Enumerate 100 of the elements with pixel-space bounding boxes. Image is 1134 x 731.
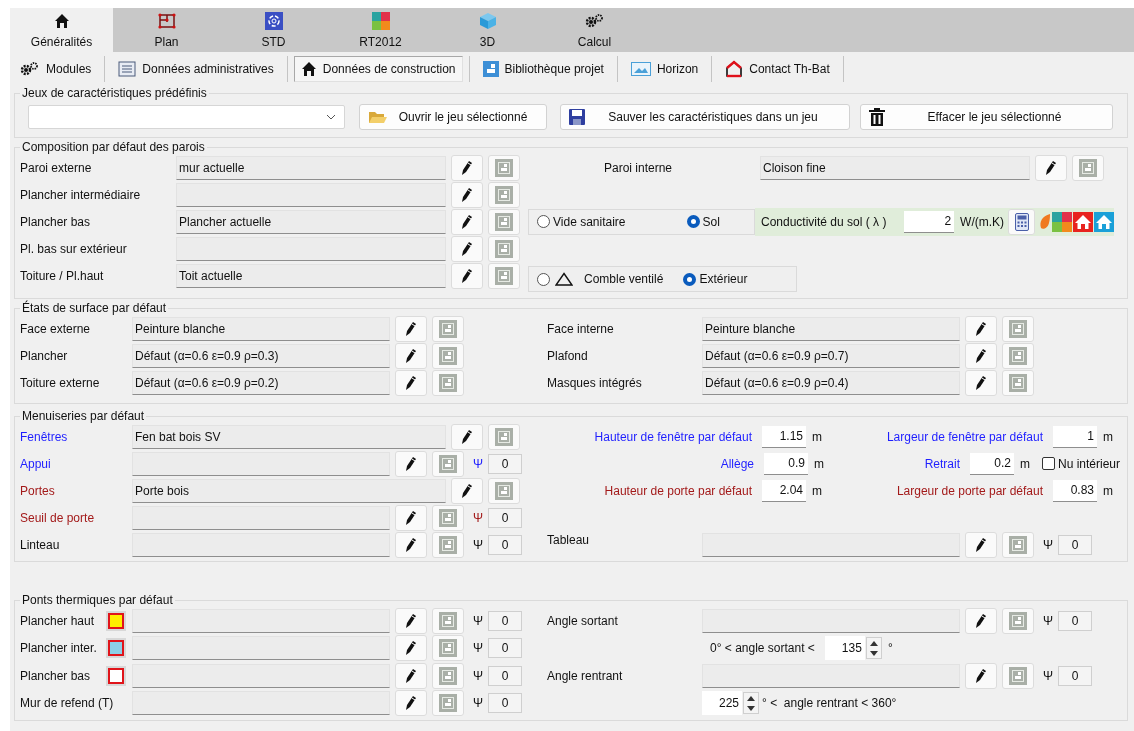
text-field[interactable]: Toit actuelle: [176, 263, 446, 288]
edit-button[interactable]: [395, 662, 427, 689]
text-field[interactable]: [132, 451, 390, 476]
library-button[interactable]: [1002, 369, 1034, 396]
psi-field[interactable]: 0: [488, 610, 522, 631]
text-field[interactable]: [176, 236, 446, 261]
radio-button[interactable]: Sol: [686, 214, 720, 229]
text-field[interactable]: Défaut (α=0.6 ε=0.9 ρ=0.2): [132, 370, 390, 395]
edit-button[interactable]: [395, 369, 427, 396]
toolbar-tab[interactable]: Bibliothèque projet: [475, 56, 611, 82]
text-field[interactable]: [132, 663, 390, 688]
text-field[interactable]: Cloison fine: [760, 155, 1030, 180]
text-field[interactable]: [132, 636, 390, 661]
edit-button[interactable]: [451, 181, 483, 208]
library-button[interactable]: [488, 262, 520, 289]
psi-field[interactable]: 0: [488, 507, 522, 528]
library-button[interactable]: [1002, 315, 1034, 342]
text-field[interactable]: Défaut (α=0.6 ε=0.9 ρ=0.4): [702, 370, 960, 395]
edit-button[interactable]: [451, 477, 483, 504]
number-field[interactable]: 2: [904, 210, 955, 233]
text-field[interactable]: [132, 608, 390, 633]
module-tab[interactable]: STD: [220, 8, 327, 52]
text-field[interactable]: [132, 532, 390, 557]
module-tab[interactable]: Généralités: [10, 8, 113, 52]
text-field[interactable]: Défaut (α=0.6 ε=0.9 ρ=0.3): [132, 343, 390, 368]
action-button[interactable]: Ouvrir le jeu sélectionné: [359, 104, 547, 130]
psi-field[interactable]: 0: [1058, 534, 1092, 555]
edit-button[interactable]: [965, 342, 997, 369]
text-field[interactable]: mur actuelle: [176, 155, 446, 180]
psi-field[interactable]: 0: [488, 453, 522, 474]
edit-button[interactable]: [451, 235, 483, 262]
edit-button[interactable]: [965, 607, 997, 634]
edit-button[interactable]: [395, 504, 427, 531]
module-tab[interactable]: Calcul: [541, 8, 648, 52]
library-button[interactable]: [1072, 154, 1104, 181]
library-button[interactable]: [432, 690, 464, 717]
text-field[interactable]: [702, 608, 960, 633]
edit-button[interactable]: [965, 315, 997, 342]
number-field[interactable]: 0.9: [764, 452, 808, 475]
text-field[interactable]: Plancher actuelle: [176, 209, 446, 234]
number-field[interactable]: 1: [1053, 425, 1097, 448]
radio-button[interactable]: Comble ventilé: [537, 272, 664, 286]
number-field[interactable]: 2.04: [762, 479, 806, 502]
toolbar-tab[interactable]: Données administratives: [111, 56, 281, 82]
library-button[interactable]: [1002, 531, 1034, 558]
edit-button[interactable]: [395, 607, 427, 634]
edit-button[interactable]: [965, 369, 997, 396]
number-field[interactable]: 0.83: [1053, 479, 1097, 502]
toolbar-tab[interactable]: Modules: [13, 56, 99, 82]
number-field[interactable]: 0.2: [970, 452, 1014, 475]
library-button[interactable]: [1002, 607, 1034, 634]
library-button[interactable]: [432, 531, 464, 558]
edit-button[interactable]: [395, 531, 427, 558]
action-button[interactable]: Effacer le jeu sélectionné: [860, 104, 1113, 130]
psi-field[interactable]: 0: [488, 693, 522, 714]
module-tab[interactable]: Plan: [113, 8, 220, 52]
library-button[interactable]: [432, 315, 464, 342]
psi-field[interactable]: 0: [488, 534, 522, 555]
text-field[interactable]: [702, 532, 960, 557]
library-button[interactable]: [488, 208, 520, 235]
preset-dropdown[interactable]: [28, 105, 345, 129]
text-field[interactable]: Porte bois: [132, 478, 446, 503]
library-button[interactable]: [1002, 342, 1034, 369]
checkbox[interactable]: Nu intérieur: [1042, 456, 1121, 471]
psi-field[interactable]: 0: [488, 638, 522, 659]
library-button[interactable]: [488, 423, 520, 450]
library-button[interactable]: [432, 635, 464, 662]
radio-button[interactable]: Extérieur: [683, 272, 748, 286]
edit-button[interactable]: [1035, 154, 1067, 181]
edit-button[interactable]: [451, 423, 483, 450]
number-field[interactable]: 1.15: [762, 425, 806, 448]
edit-button[interactable]: [395, 690, 427, 717]
psi-field[interactable]: 0: [1058, 665, 1092, 686]
text-field[interactable]: Peinture blanche: [702, 316, 960, 341]
psi-field[interactable]: 0: [1058, 610, 1092, 631]
toolbar-tab[interactable]: Horizon: [623, 56, 706, 82]
text-field[interactable]: Fen bat bois SV: [132, 424, 446, 449]
radio-button[interactable]: Vide sanitaire: [537, 214, 626, 229]
library-button[interactable]: [488, 477, 520, 504]
module-tab[interactable]: RT2012: [327, 8, 434, 52]
text-field[interactable]: [702, 663, 960, 688]
edit-button[interactable]: [395, 315, 427, 342]
library-button[interactable]: [432, 607, 464, 634]
edit-button[interactable]: [395, 635, 427, 662]
library-button[interactable]: [432, 342, 464, 369]
action-button[interactable]: Sauver les caractéristiques dans un jeu: [560, 104, 850, 130]
text-field[interactable]: Défaut (α=0.6 ε=0.9 ρ=0.7): [702, 343, 960, 368]
edit-button[interactable]: [451, 154, 483, 181]
edit-button[interactable]: [451, 208, 483, 235]
library-button[interactable]: [488, 181, 520, 208]
edit-button[interactable]: [965, 662, 997, 689]
module-tab[interactable]: 3D: [434, 8, 541, 52]
library-button[interactable]: [488, 235, 520, 262]
library-button[interactable]: [432, 369, 464, 396]
text-field[interactable]: [132, 691, 390, 716]
edit-button[interactable]: [451, 262, 483, 289]
edit-button[interactable]: [395, 450, 427, 477]
text-field[interactable]: Peinture blanche: [132, 316, 390, 341]
library-button[interactable]: [488, 154, 520, 181]
calculator-button[interactable]: [1008, 208, 1035, 235]
